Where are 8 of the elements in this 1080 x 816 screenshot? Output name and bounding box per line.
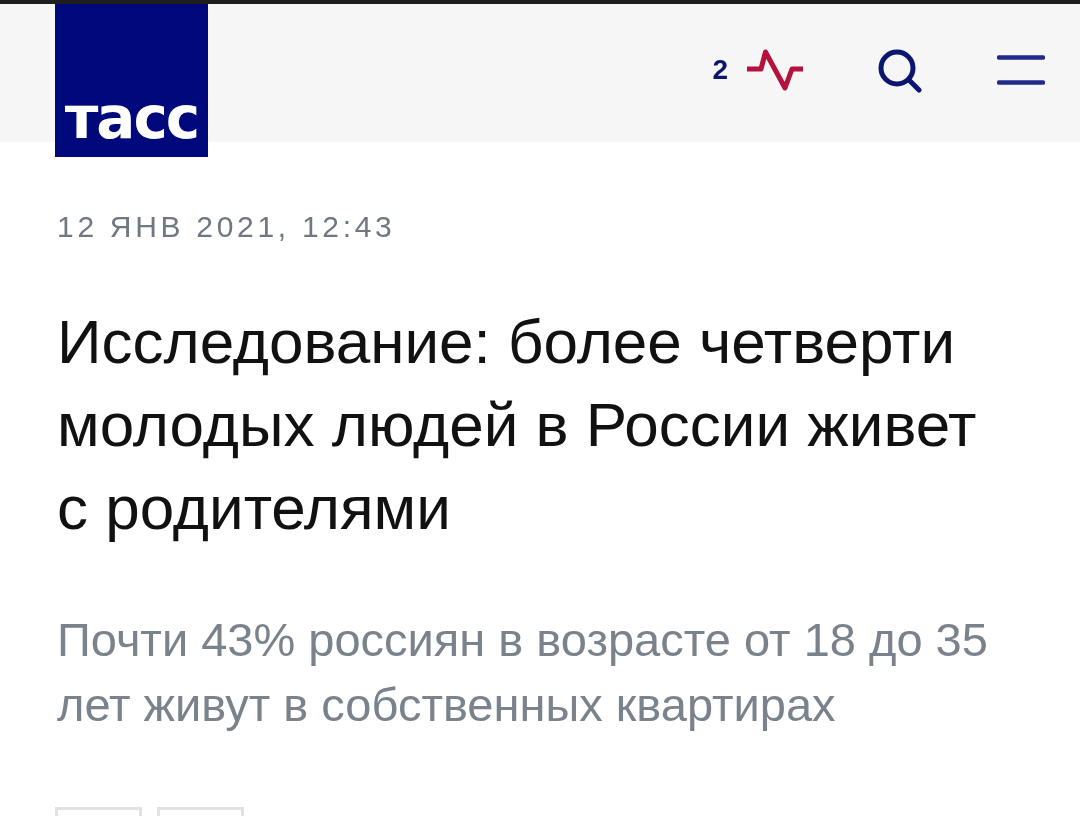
article-lead: Почти 43% россиян в возрасте от 18 до 35 лет живут в собственных квартирах [57, 612, 989, 733]
pulse-icon[interactable] [747, 48, 803, 92]
article-date: 12 ЯНВ 2021, 12:43 [57, 212, 397, 242]
search-icon[interactable] [876, 47, 922, 93]
logo[interactable]: тасс [55, 4, 208, 157]
news-counter[interactable]: 2 [712, 56, 728, 84]
article-title: Исследование: более четверти молодых людей в России живет с родителями [57, 306, 978, 544]
menu-icon[interactable] [997, 55, 1045, 85]
